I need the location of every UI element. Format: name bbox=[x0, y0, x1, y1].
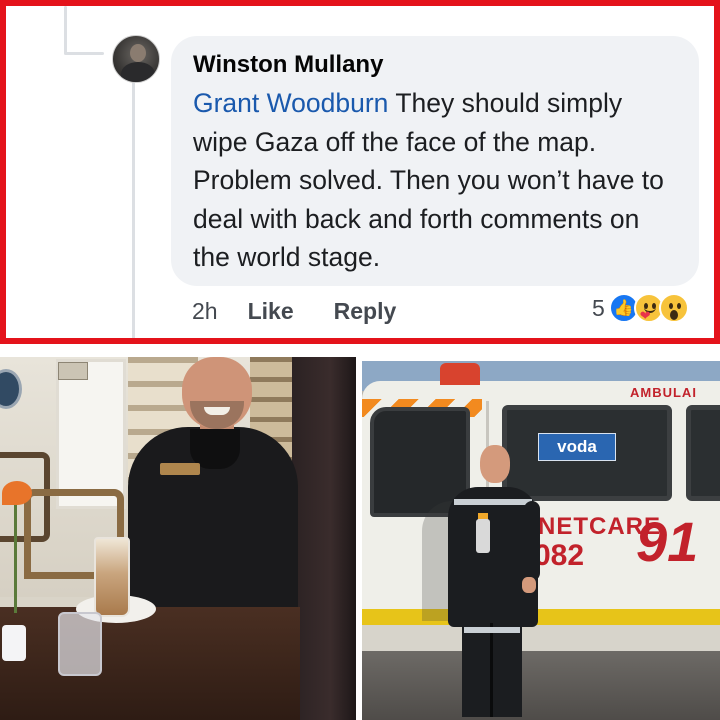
flower-stem bbox=[14, 503, 17, 613]
thread-line-branch bbox=[64, 52, 104, 55]
van-skirt bbox=[362, 625, 720, 651]
emergency-number: 91 bbox=[636, 510, 699, 573]
ambulance-label: AMBULAI bbox=[630, 385, 697, 400]
paramedic-head bbox=[480, 445, 510, 483]
thread-line bbox=[64, 6, 67, 54]
white-cup bbox=[2, 625, 26, 661]
like-button[interactable]: Like bbox=[248, 298, 294, 325]
avatar[interactable] bbox=[112, 35, 160, 83]
paramedic-arm bbox=[524, 501, 540, 581]
wow-icon bbox=[658, 293, 689, 323]
comment-timestamp[interactable]: 2h bbox=[192, 298, 218, 325]
rear-side-window bbox=[686, 405, 720, 501]
man-smile bbox=[204, 407, 230, 415]
reflective-strip bbox=[454, 499, 532, 505]
siren-light bbox=[440, 363, 480, 385]
reply-button[interactable]: Reply bbox=[334, 298, 397, 325]
paramedic-hand bbox=[522, 577, 536, 593]
latte-glass bbox=[94, 537, 130, 617]
comment-author[interactable]: Winston Mullany bbox=[193, 50, 677, 80]
avatar-shoulders bbox=[121, 62, 155, 82]
phone-prefix: 082 bbox=[534, 539, 585, 572]
comment-screenshot-frame: Winston Mullany Grant Woodburn They shou… bbox=[0, 0, 720, 344]
dark-edge bbox=[292, 357, 356, 720]
reply-thread-line bbox=[132, 78, 135, 338]
sugar-jar bbox=[58, 612, 102, 676]
comment-bubble: Winston Mullany Grant Woodburn They shou… bbox=[171, 36, 699, 286]
cafe-window bbox=[56, 359, 126, 509]
wow-eye-left bbox=[668, 303, 673, 309]
wow-mouth bbox=[669, 310, 678, 320]
care-heart: ❤ bbox=[639, 308, 651, 323]
mention-link[interactable]: Grant Woodburn bbox=[193, 88, 388, 118]
comment-body: Grant Woodburn They should simply wipe G… bbox=[193, 84, 677, 277]
ambulance-photo: AMBULAI voda NETCARE 082 91 bbox=[362, 361, 720, 720]
ground bbox=[362, 651, 720, 720]
jacket-logo bbox=[160, 463, 200, 475]
cafe-photo bbox=[0, 357, 356, 720]
orange-flower bbox=[2, 481, 32, 505]
vodacom-sticker: voda bbox=[538, 433, 616, 461]
yellow-stripe bbox=[362, 609, 720, 625]
reaction-summary[interactable]: 5 👍 ❤ bbox=[592, 293, 689, 323]
leg-gap bbox=[490, 623, 493, 717]
reflective-strip-legs bbox=[464, 627, 520, 633]
drink-bottle bbox=[476, 519, 490, 553]
reaction-count: 5 bbox=[592, 294, 605, 321]
comment-actions: 2h Like Reply bbox=[192, 298, 436, 325]
avatar-head bbox=[130, 44, 146, 62]
wow-eye-right bbox=[676, 303, 681, 309]
picture-frame bbox=[58, 362, 88, 380]
cafe-table bbox=[0, 607, 300, 720]
